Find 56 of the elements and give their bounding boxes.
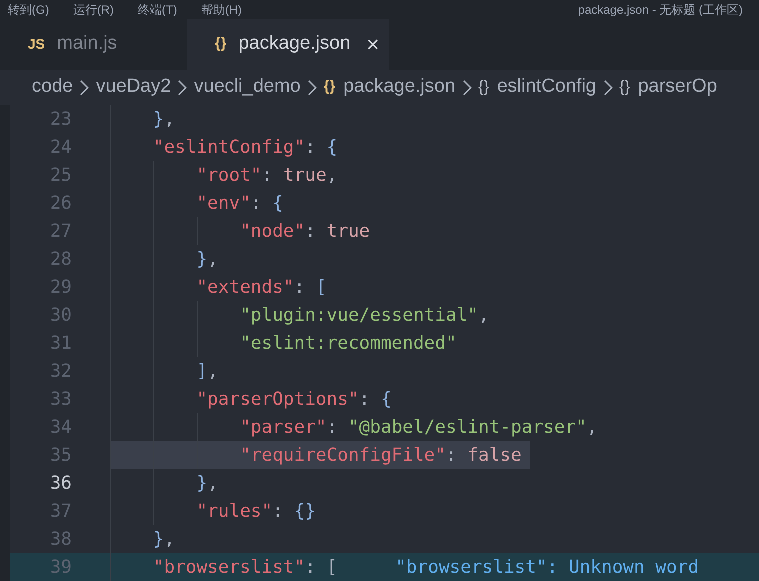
line-number: 35 [49,444,72,468]
line-number: 36 [49,472,72,496]
line-number: 23 [49,108,72,132]
window-title: package.json - 无标题 (工作区) [578,2,743,19]
code-line: }, [110,469,226,497]
menu-item[interactable]: 运行(R) [73,0,114,19]
chevron-right-icon [308,80,317,96]
close-icon[interactable]: × [366,28,380,62]
file-icon: {} [215,33,227,56]
code-line: "eslintConfig": { [110,133,346,161]
line-number: 26 [49,192,72,216]
line-number: 39 [49,556,72,580]
line-number: 25 [49,164,72,188]
editor-tab[interactable]: {} package.json × [187,19,389,70]
breadcrumb-item[interactable]: {} eslintConfig [478,73,596,102]
line-number: 34 [49,416,72,440]
breadcrumb-item[interactable]: vuecli_demo [194,73,301,102]
chevron-right-icon [80,80,90,96]
breadcrumb-item[interactable]: {} package.json [324,73,456,102]
line-number: 24 [49,136,72,160]
breadcrumb-item[interactable]: code [32,73,74,102]
chevron-right-icon [604,80,612,96]
menu-item[interactable]: 帮助(H) [201,0,242,19]
code-line: "env": { [110,189,292,217]
line-number: 38 [49,528,72,552]
chevron-right-icon [462,80,472,96]
line-number: 29 [49,276,72,300]
menu-item[interactable]: 终端(T) [138,0,178,19]
line-number: 31 [49,332,72,356]
braces-icon: {} [478,76,490,100]
breadcrumb-item[interactable]: vueDay2 [96,73,172,102]
code-line: "rules": {} [110,497,324,525]
code-line: }, [110,105,184,133]
line-number: 37 [49,500,72,524]
line-number: 28 [49,248,72,272]
code-line: "eslint:recommended" [110,329,465,357]
code-line: }, [110,525,184,553]
line-number: 30 [49,304,72,328]
code-line: "plugin:vue/essential", [110,301,498,329]
code-line: "parserOptions": { [110,385,400,413]
menu-item[interactable]: 转到(G) [8,0,50,19]
code-line: ], [110,357,226,385]
line-number: 33 [49,388,72,412]
braces-icon: {} [620,76,630,100]
code-line: "browserslist": [ "browserslist": Unknown word [110,553,708,581]
line-number: 32 [49,360,72,384]
breadcrumb-item[interactable]: {} parserOp [620,73,718,102]
code-line: }, [110,245,226,273]
code-line: "extends": [ [110,273,335,301]
line-number: 27 [49,220,72,244]
code-line: "parser": "@babel/eslint-parser", [110,413,606,441]
braces-icon: {} [324,76,336,99]
code-line: "node": true [110,217,378,245]
code-line: "root": true, [110,161,346,189]
chevron-right-icon [178,80,188,96]
file-icon: JS [28,34,46,56]
